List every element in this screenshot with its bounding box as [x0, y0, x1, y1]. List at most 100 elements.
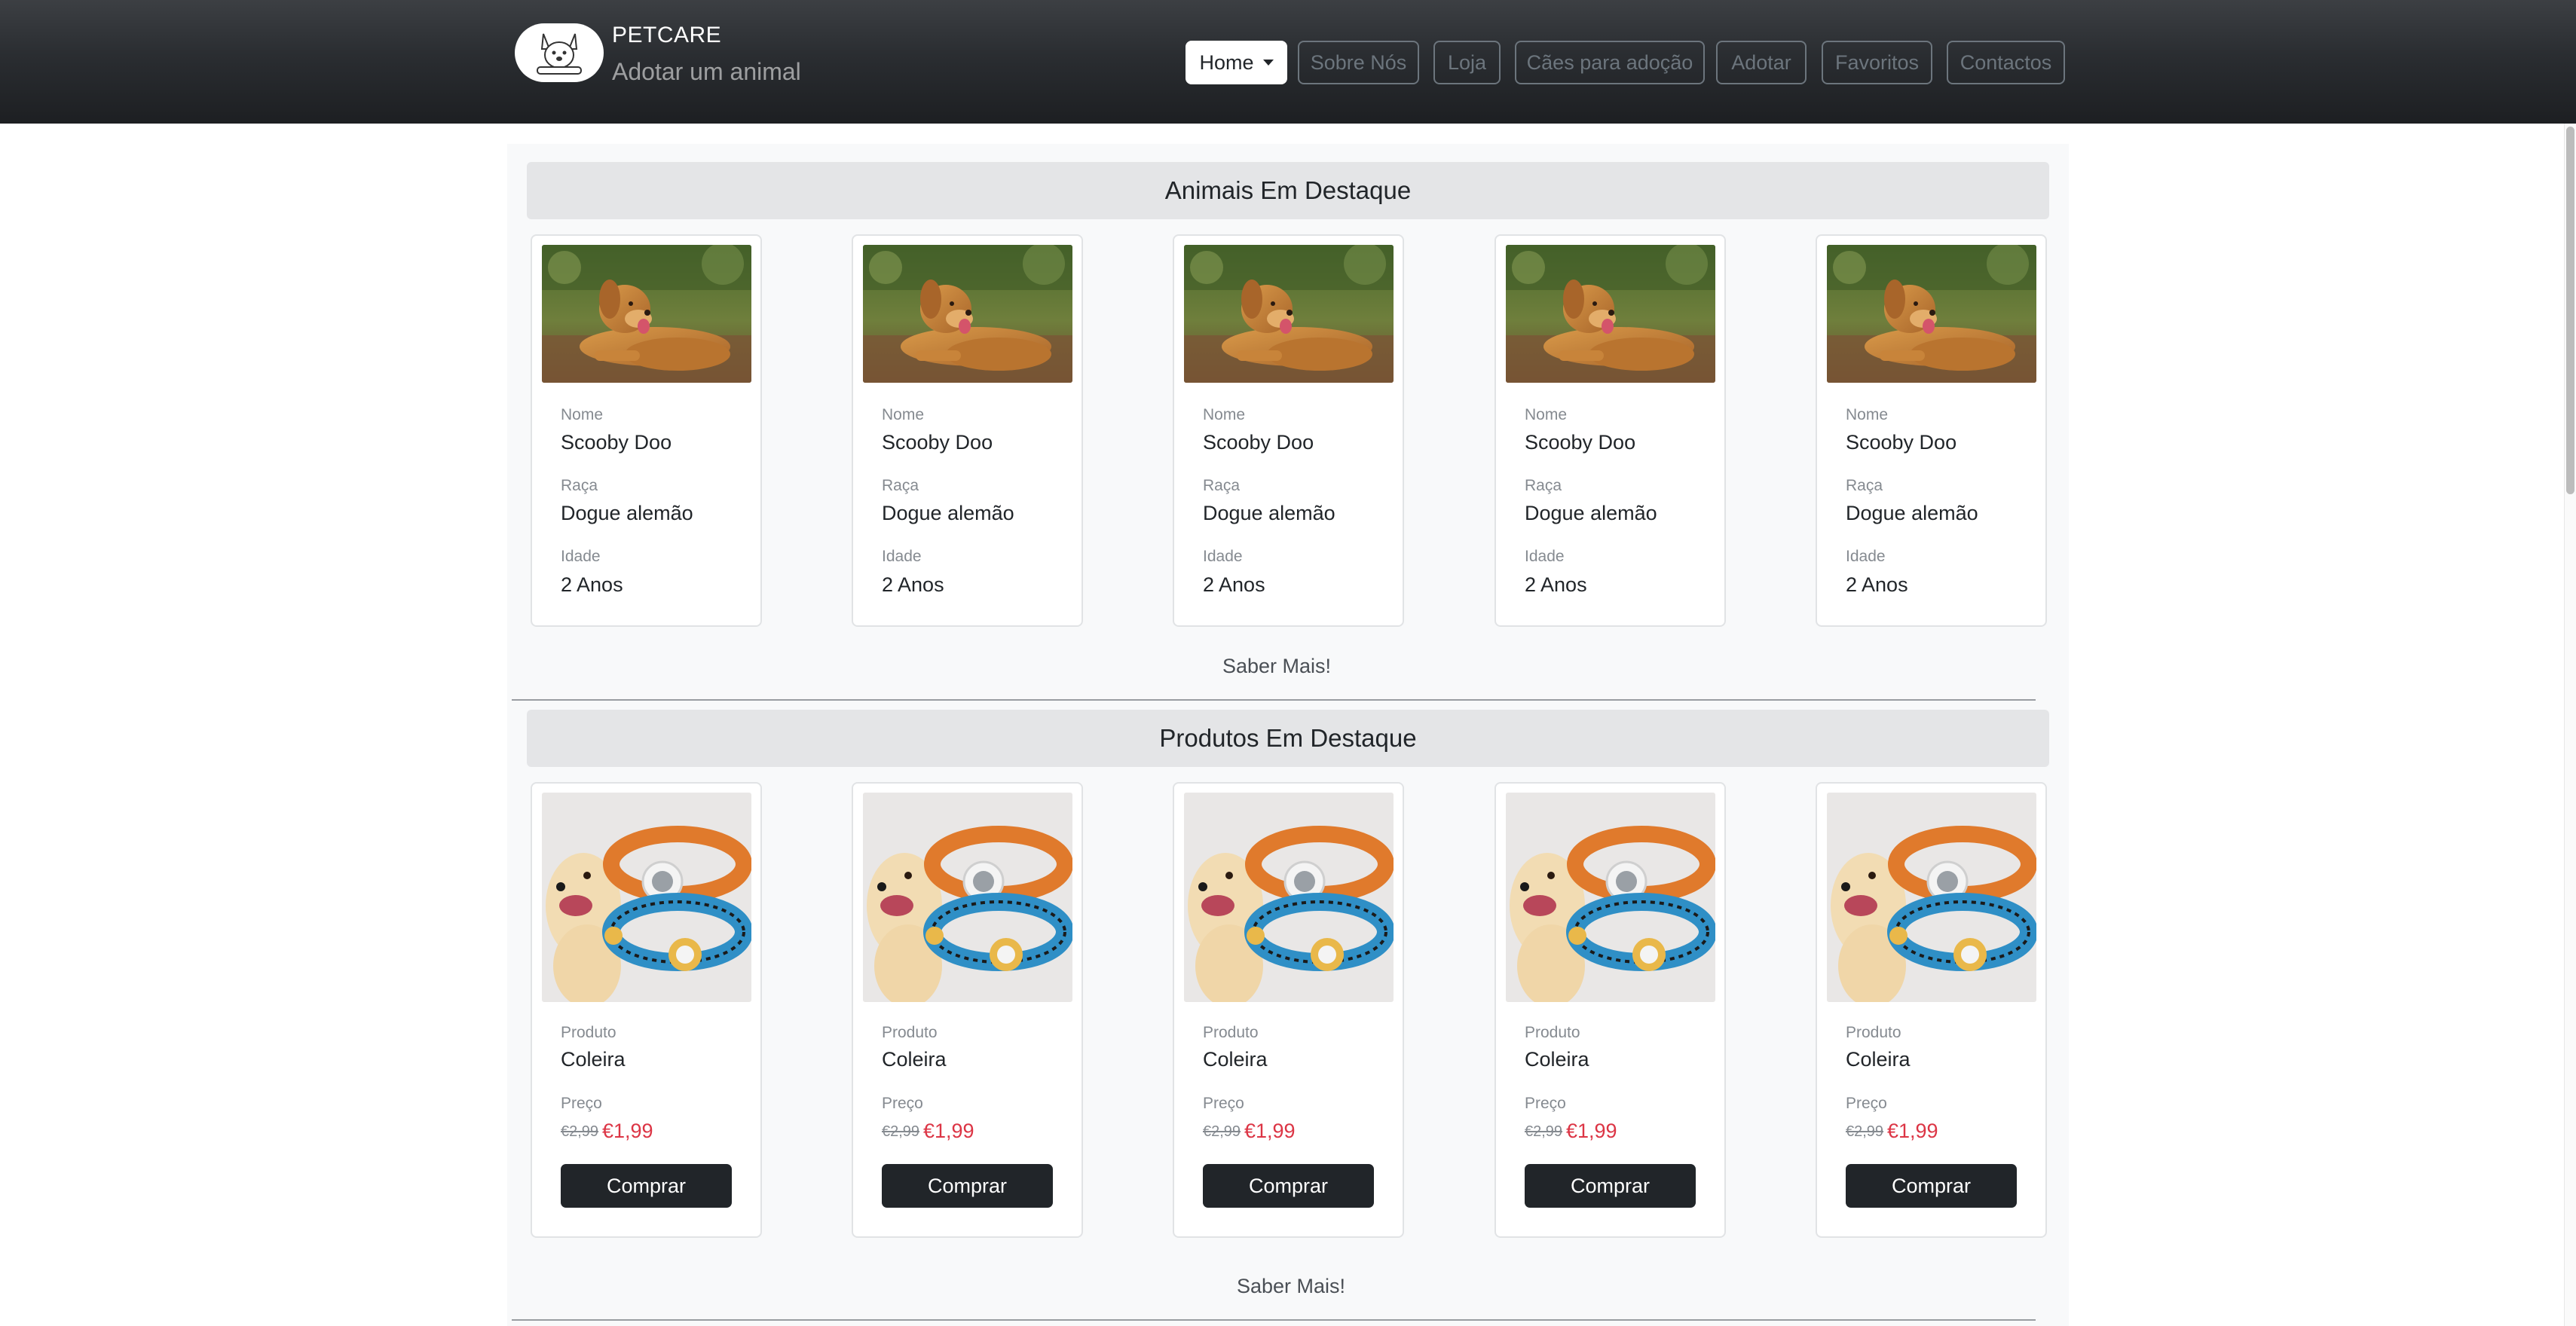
- nav-caes-adocao[interactable]: Cães para adoção: [1515, 41, 1705, 84]
- nav-loja[interactable]: Loja: [1433, 41, 1501, 84]
- buy-button[interactable]: Comprar: [882, 1164, 1053, 1208]
- price-label: Preço: [1846, 1095, 1887, 1112]
- price-label: Preço: [1203, 1095, 1244, 1112]
- age-label: Idade: [1203, 548, 1243, 565]
- buy-button[interactable]: Comprar: [1846, 1164, 2017, 1208]
- name-label: Nome: [1203, 406, 1246, 423]
- sale-price: €1,99: [1887, 1120, 1938, 1142]
- navbar: PETCARE Adotar um animal Home Sobre Nós …: [0, 0, 2576, 124]
- animal-breed: Dogue alemão: [1525, 502, 1657, 524]
- name-label: Nome: [1525, 406, 1568, 423]
- animal-breed: Dogue alemão: [561, 502, 693, 524]
- scrollbar-thumb[interactable]: [2566, 127, 2574, 494]
- animals-section-title: Animais Em Destaque: [527, 162, 2049, 219]
- buy-button[interactable]: Comprar: [1203, 1164, 1374, 1208]
- animal-name: Scooby Doo: [1203, 431, 1314, 454]
- animal-age: 2 Anos: [1525, 573, 1587, 596]
- animal-age: 2 Anos: [1846, 573, 1908, 596]
- animal-breed: Dogue alemão: [882, 502, 1014, 524]
- animal-name: Scooby Doo: [1525, 431, 1636, 454]
- product-photo[interactable]: [1506, 793, 1715, 1002]
- product-card: Produto Coleira Preço €2,99 €1,99 Compra…: [1495, 782, 1726, 1238]
- product-name: Coleira: [1525, 1048, 1589, 1071]
- animal-photo[interactable]: [542, 245, 751, 383]
- sale-price: €1,99: [1244, 1120, 1296, 1142]
- nav-home-label: Home: [1199, 50, 1254, 74]
- product-label: Produto: [1525, 1024, 1580, 1041]
- animal-card[interactable]: Nome Scooby Doo Raça Dogue alemão Idade …: [531, 234, 762, 627]
- nav-contactos[interactable]: Contactos: [1947, 41, 2065, 84]
- dog-logo-icon[interactable]: [515, 23, 604, 82]
- age-label: Idade: [882, 548, 922, 565]
- age-label: Idade: [561, 548, 601, 565]
- caret-down-icon: [1262, 60, 1274, 66]
- nav-favoritos[interactable]: Favoritos: [1822, 41, 1932, 84]
- animal-card[interactable]: Nome Scooby Doo Raça Dogue alemão Idade …: [1495, 234, 1726, 627]
- animal-age: 2 Anos: [561, 573, 623, 596]
- products-section-title: Produtos Em Destaque: [527, 710, 2049, 767]
- product-photo[interactable]: [1827, 793, 2036, 1002]
- product-label: Produto: [882, 1024, 938, 1041]
- name-label: Nome: [561, 406, 604, 423]
- breed-label: Raça: [1203, 477, 1241, 494]
- animal-photo[interactable]: [1184, 245, 1394, 383]
- animal-age: 2 Anos: [882, 573, 944, 596]
- breed-label: Raça: [561, 477, 598, 494]
- product-photo[interactable]: [542, 793, 751, 1002]
- animal-photo[interactable]: [863, 245, 1072, 383]
- price-label: Preço: [882, 1095, 923, 1112]
- product-label: Produto: [561, 1024, 616, 1041]
- old-price: €2,99: [1846, 1123, 1884, 1140]
- product-name: Coleira: [882, 1048, 947, 1071]
- animals-more-link[interactable]: Saber Mais!: [1222, 655, 1331, 678]
- breed-label: Raça: [1846, 477, 1883, 494]
- old-price: €2,99: [1203, 1123, 1241, 1140]
- animal-age: 2 Anos: [1203, 573, 1265, 596]
- product-card: Produto Coleira Preço €2,99 €1,99 Compra…: [531, 782, 762, 1238]
- product-name: Coleira: [1203, 1048, 1268, 1071]
- animal-card[interactable]: Nome Scooby Doo Raça Dogue alemão Idade …: [1816, 234, 2047, 627]
- nav-home-dropdown[interactable]: Home: [1186, 41, 1287, 84]
- animal-breed: Dogue alemão: [1846, 502, 1978, 524]
- product-name: Coleira: [561, 1048, 626, 1071]
- old-price: €2,99: [561, 1123, 599, 1140]
- product-photo[interactable]: [863, 793, 1072, 1002]
- price-label: Preço: [561, 1095, 602, 1112]
- age-label: Idade: [1525, 548, 1565, 565]
- buy-button[interactable]: Comprar: [1525, 1164, 1696, 1208]
- product-card: Produto Coleira Preço €2,99 €1,99 Compra…: [1816, 782, 2047, 1238]
- products-more-link[interactable]: Saber Mais!: [1237, 1275, 1345, 1298]
- nav-sobre-nos[interactable]: Sobre Nós: [1298, 41, 1419, 84]
- breed-label: Raça: [882, 477, 919, 494]
- name-label: Nome: [1846, 406, 1889, 423]
- brand-subtitle: Adotar um animal: [612, 58, 801, 85]
- sale-price: €1,99: [923, 1120, 974, 1142]
- brand-title[interactable]: PETCARE: [612, 23, 721, 48]
- breed-label: Raça: [1525, 477, 1562, 494]
- age-label: Idade: [1846, 548, 1886, 565]
- buy-button[interactable]: Comprar: [561, 1164, 732, 1208]
- animal-card[interactable]: Nome Scooby Doo Raça Dogue alemão Idade …: [852, 234, 1083, 627]
- animal-card[interactable]: Nome Scooby Doo Raça Dogue alemão Idade …: [1173, 234, 1404, 627]
- old-price: €2,99: [882, 1123, 920, 1140]
- animal-name: Scooby Doo: [561, 431, 672, 454]
- product-label: Produto: [1846, 1024, 1901, 1041]
- animal-name: Scooby Doo: [1846, 431, 1957, 454]
- product-card: Produto Coleira Preço €2,99 €1,99 Compra…: [1173, 782, 1404, 1238]
- animal-photo[interactable]: [1827, 245, 2036, 383]
- nav-adotar[interactable]: Adotar: [1716, 41, 1807, 84]
- name-label: Nome: [882, 406, 925, 423]
- sale-price: €1,99: [602, 1120, 653, 1142]
- sale-price: €1,99: [1566, 1120, 1617, 1142]
- section-divider: [512, 699, 2036, 701]
- product-card: Produto Coleira Preço €2,99 €1,99 Compra…: [852, 782, 1083, 1238]
- section-divider: [512, 1319, 2036, 1321]
- animal-photo[interactable]: [1506, 245, 1715, 383]
- product-label: Produto: [1203, 1024, 1259, 1041]
- product-photo[interactable]: [1184, 793, 1394, 1002]
- animal-breed: Dogue alemão: [1203, 502, 1335, 524]
- price-label: Preço: [1525, 1095, 1566, 1112]
- animal-name: Scooby Doo: [882, 431, 993, 454]
- old-price: €2,99: [1525, 1123, 1563, 1140]
- product-name: Coleira: [1846, 1048, 1911, 1071]
